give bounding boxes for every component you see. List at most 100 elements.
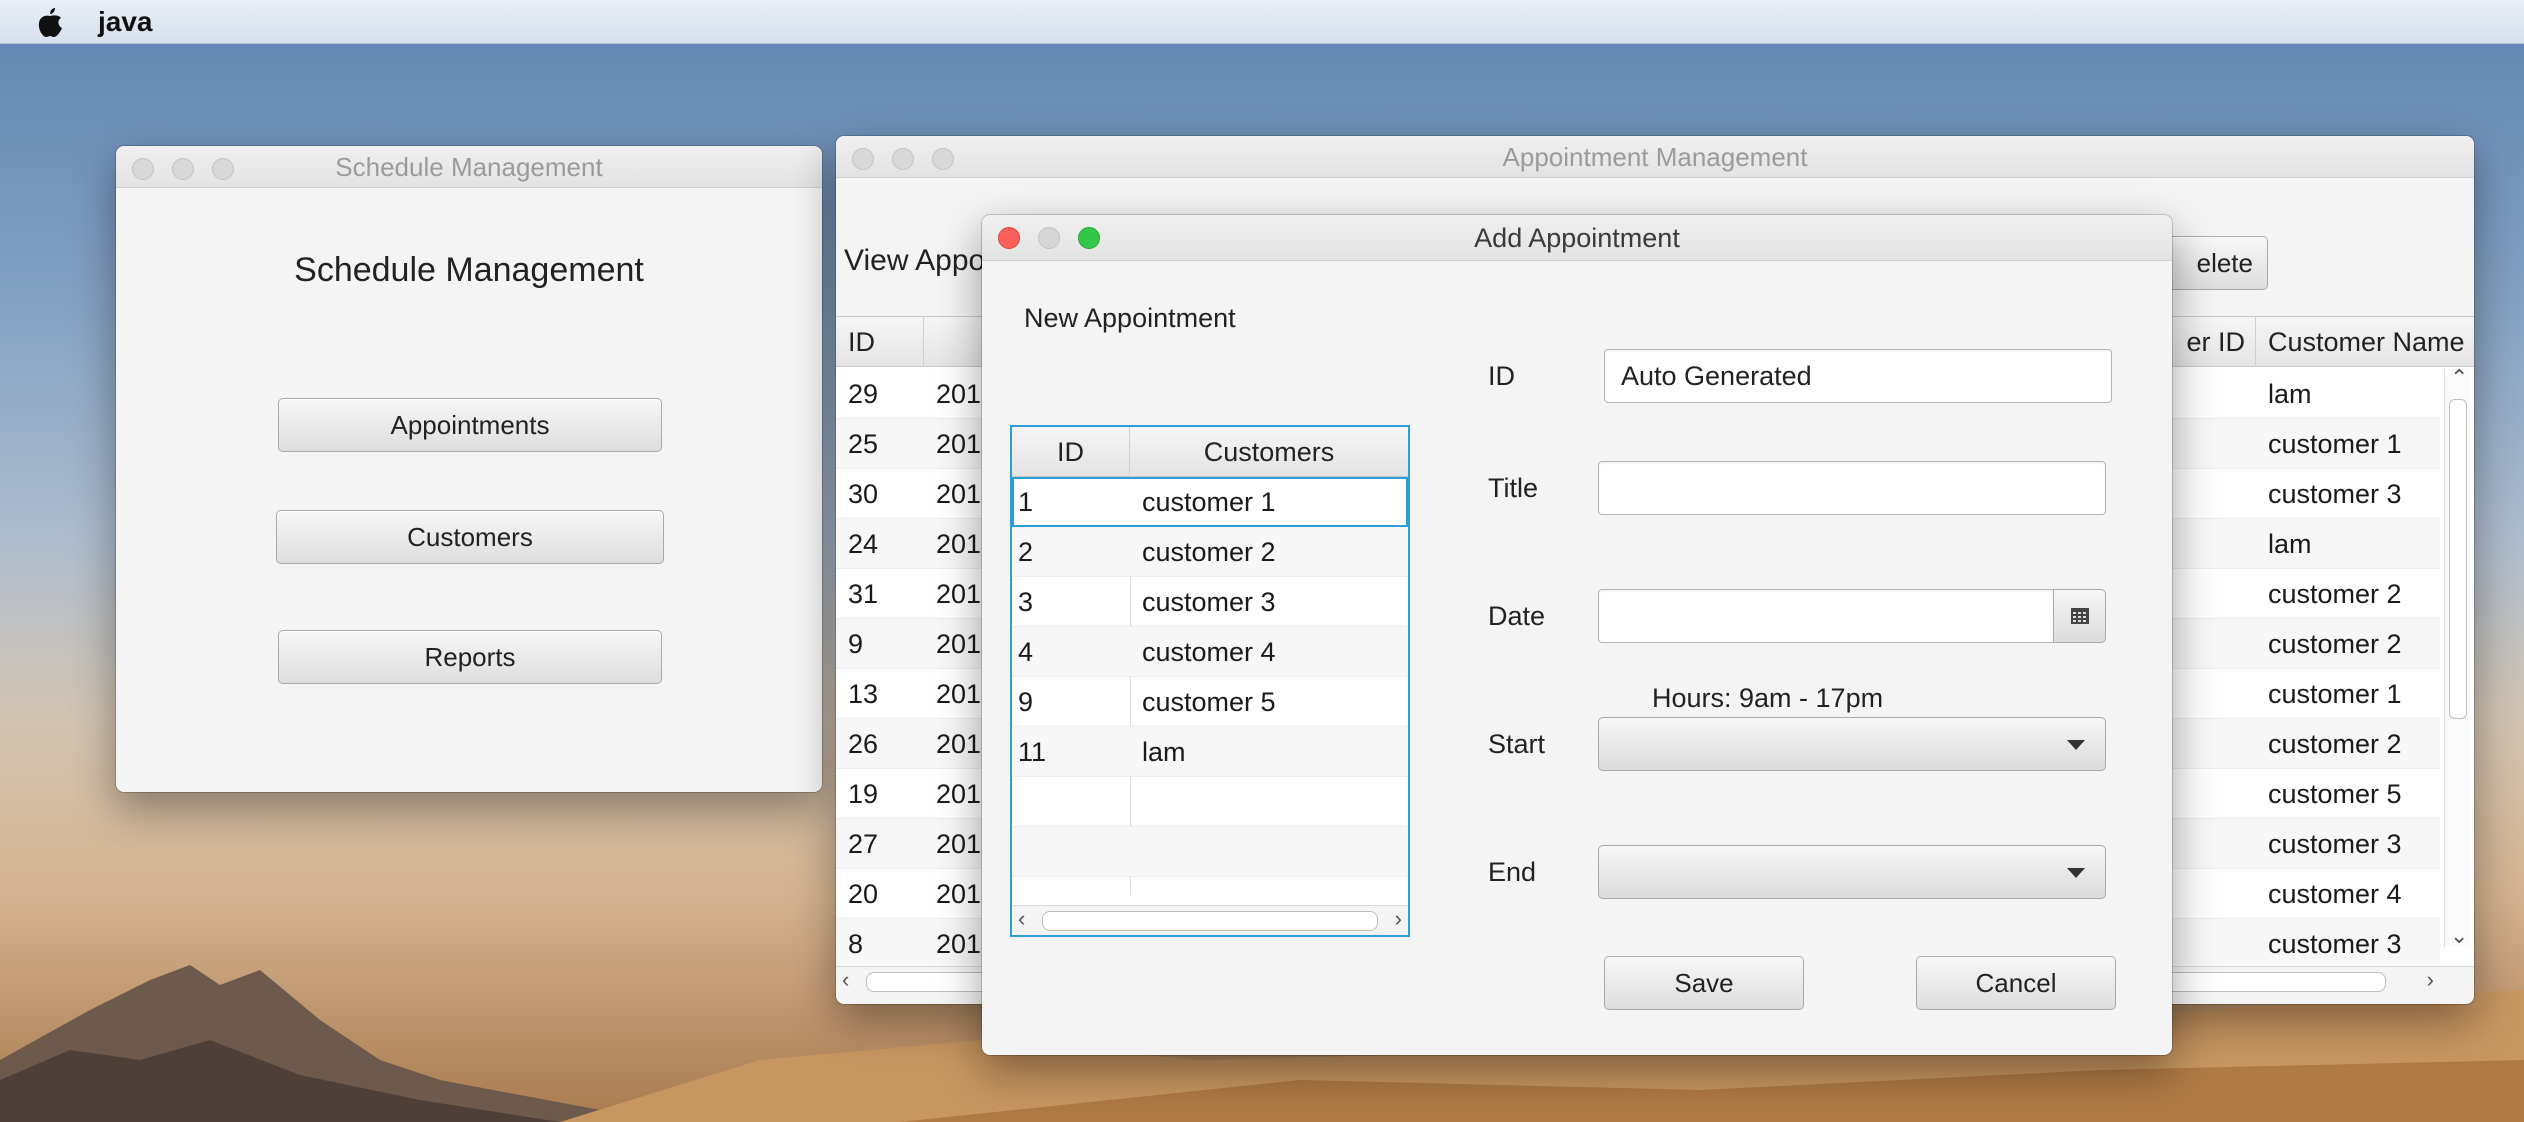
appointment-id-cell: 30 (848, 479, 879, 509)
appointment-start-cell: 2019 (936, 629, 986, 659)
column-header-id[interactable]: ID (1012, 427, 1130, 477)
appointment-start-cell: 2019 (936, 929, 986, 959)
window-title: Schedule Management (335, 152, 603, 182)
horizontal-scrollbar[interactable]: ‹ › (1012, 905, 1408, 935)
customer-name-cell: customer 3 (2268, 929, 2402, 959)
hours-note: Hours: 9am - 17pm (1652, 683, 1884, 713)
customer-name-cell: customer 1 (2268, 429, 2402, 459)
appointment-id-cell: 9 (848, 629, 864, 659)
appointment-start-cell: 2019 (936, 679, 986, 709)
customer-id-cell: 9 (1018, 687, 1034, 717)
customer-name-cell: customer 3 (1142, 587, 1276, 617)
appointment-id-cell: 25 (848, 429, 879, 459)
empty-row (1012, 827, 1408, 877)
start-label: Start (1488, 729, 1546, 759)
customer-name-cell: lam (2268, 529, 2312, 559)
appointment-start-cell: 2019 (936, 879, 986, 909)
chevron-down-icon (2067, 868, 2085, 878)
scroll-right-icon[interactable]: › (1395, 906, 1402, 932)
schedule-management-window: Schedule Management Schedule Management … (116, 146, 822, 792)
scroll-down-icon[interactable]: ⌄ (2450, 923, 2468, 949)
id-field[interactable]: Auto Generated (1604, 349, 2112, 403)
customer-name-cell: customer 4 (1142, 637, 1276, 667)
start-time-select[interactable] (1598, 717, 2106, 771)
customer-row[interactable]: 2 customer 2 (1012, 527, 1408, 577)
customer-name-cell: customer 1 (1142, 487, 1276, 517)
scrollbar-thumb[interactable] (2449, 399, 2467, 719)
column-header-id[interactable]: ID (836, 317, 924, 367)
customers-button[interactable]: Customers (276, 510, 664, 564)
scroll-right-icon[interactable]: › (2427, 967, 2434, 993)
customer-id-cell: 1 (1018, 487, 1034, 517)
customer-row[interactable]: 9 customer 5 (1012, 677, 1408, 727)
customer-name-cell: customer 3 (2268, 829, 2402, 859)
window-title: Appointment Management (1502, 142, 1808, 172)
appointment-start-cell: 2019 (936, 729, 986, 759)
appointment-id-cell: 26 (848, 729, 879, 759)
customer-row[interactable]: 1 customer 1 (1012, 477, 1408, 527)
customer-id-cell: 3 (1018, 587, 1034, 617)
customer-id-cell: 4 (1018, 637, 1034, 667)
save-button[interactable]: Save (1604, 956, 1804, 1010)
window-titlebar[interactable]: Appointment Management (836, 136, 2474, 178)
vertical-scrollbar[interactable]: ⌃ ⌄ (2444, 365, 2470, 949)
appointment-id-cell: 27 (848, 829, 879, 859)
empty-row (1012, 777, 1408, 827)
window-title: Add Appointment (1474, 223, 1680, 253)
appointment-start-cell: 2019 (936, 479, 986, 509)
customer-row[interactable]: 11 lam (1012, 727, 1408, 777)
customer-name-cell: customer 2 (2268, 579, 2402, 609)
date-label: Date (1488, 601, 1546, 631)
customer-id-cell: 11 (1018, 737, 1047, 767)
date-field[interactable] (1598, 589, 2054, 643)
appointment-id-cell: 24 (848, 529, 879, 559)
apple-logo-icon[interactable] (30, 0, 70, 44)
column-header-customer-name[interactable]: Customer Name (2256, 317, 2474, 367)
appointment-start-cell: 2019 (936, 429, 986, 459)
end-time-select[interactable] (1598, 845, 2106, 899)
end-label: End (1488, 857, 1537, 887)
customer-id-cell: 2 (1018, 537, 1034, 567)
add-appointment-dialog: Add Appointment New Appointment ID Custo… (982, 215, 2172, 1055)
appointment-id-cell: 19 (848, 779, 879, 809)
delete-button[interactable]: elete (2156, 236, 2268, 290)
appointment-start-cell: 2018 (936, 379, 986, 409)
customer-name-cell: customer 2 (2268, 629, 2402, 659)
title-label: Title (1488, 473, 1539, 503)
calendar-icon[interactable] (2053, 589, 2106, 643)
menu-bar: java (0, 0, 2524, 44)
title-field[interactable] (1598, 461, 2106, 515)
appointment-id-cell: 31 (848, 579, 879, 609)
customer-name-cell: customer 2 (2268, 729, 2402, 759)
cancel-button[interactable]: Cancel (1916, 956, 2116, 1010)
appointment-start-cell: 2019 (936, 579, 986, 609)
customer-row[interactable]: 4 customer 4 (1012, 627, 1408, 677)
customer-name-cell: lam (2268, 379, 2312, 409)
chevron-down-icon (2067, 740, 2085, 750)
id-label: ID (1488, 361, 1515, 391)
customer-name-cell: lam (1142, 737, 1186, 767)
view-appointments-label: View Appo (844, 244, 986, 277)
window-titlebar[interactable]: Add Appointment (982, 215, 2172, 261)
customer-name-cell: customer 5 (1142, 687, 1276, 717)
scrollbar-thumb[interactable] (1042, 911, 1378, 931)
window-titlebar[interactable]: Schedule Management (116, 146, 822, 188)
appointment-id-cell: 29 (848, 379, 879, 409)
appointment-start-cell: 2019 (936, 779, 986, 809)
section-label: New Appointment (1024, 303, 1236, 333)
appointment-start-cell: 2019 (936, 529, 986, 559)
customer-name-cell: customer 2 (1142, 537, 1276, 567)
appointment-start-cell: 2019 (936, 829, 986, 859)
customers-table: ID Customers 1 customer 1 2 customer 2 3 cust… (1010, 425, 1410, 937)
customer-name-cell: customer 5 (2268, 779, 2402, 809)
customer-row[interactable]: 3 customer 3 (1012, 577, 1408, 627)
appointment-id-cell: 13 (848, 679, 879, 709)
reports-button[interactable]: Reports (278, 630, 662, 684)
scroll-left-icon[interactable]: ‹ (1018, 906, 1025, 932)
appointments-button[interactable]: Appointments (278, 398, 662, 452)
scroll-left-icon[interactable]: ‹ (842, 967, 849, 993)
scroll-up-icon[interactable]: ⌃ (2450, 365, 2468, 391)
column-header-customers[interactable]: Customers (1130, 427, 1408, 477)
page-title: Schedule Management (294, 251, 644, 289)
app-menu-name[interactable]: java (98, 6, 153, 38)
